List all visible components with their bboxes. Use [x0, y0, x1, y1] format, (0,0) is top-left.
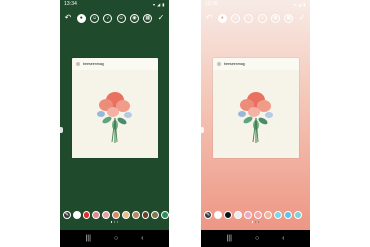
color-swatch[interactable]	[224, 211, 232, 219]
editor-toolbar: ↶ ● ☺ ♪ ☺ ◉ ▦ ✓	[204, 12, 307, 24]
color-swatch[interactable]	[112, 211, 120, 219]
page-dot	[254, 221, 257, 223]
status-icons: ▾ ◢ ▮	[152, 1, 165, 7]
post-image	[72, 70, 158, 158]
android-nav-bar: ||| ○ ‹	[201, 230, 310, 247]
page-dot	[257, 221, 260, 223]
color-swatch[interactable]	[274, 211, 282, 219]
sticker-icon: ☺	[90, 13, 100, 23]
undo-icon: ↶	[64, 13, 72, 22]
palette-page-indicator	[201, 221, 310, 224]
status-bar: 13:34 ▾ ◢ ▮	[60, 0, 169, 8]
color-dot-icon: ●	[217, 13, 227, 23]
undo-button[interactable]: ↶	[63, 13, 73, 23]
story-editor-screen: 13:36 ▾ ◢ ▮ ↶ ● ☺ ♪ ☺ ◉ ▦ ✓ beeseenmag ✎	[201, 0, 310, 230]
post-username: beeseenmag	[224, 62, 245, 66]
color-swatch[interactable]	[131, 211, 140, 219]
color-swatch[interactable]	[82, 211, 91, 219]
page-dot	[251, 221, 254, 223]
color-swatch[interactable]	[264, 211, 272, 219]
color-dot-icon: ●	[76, 13, 86, 23]
color-swatch[interactable]	[244, 211, 252, 219]
recent-apps-button[interactable]: |||	[226, 235, 231, 242]
post-image	[213, 70, 299, 158]
undo-icon: ↶	[205, 13, 213, 22]
post-header: beeseenmag	[76, 62, 104, 66]
phone-left: 13:34 ▾ ◢ ▮ ↶ ● ☺ ♪ ☺ ◉ ▦ ✓ beeseenmag ✎…	[60, 0, 169, 247]
color-swatch[interactable]	[72, 211, 81, 219]
undo-button[interactable]: ↶	[204, 13, 214, 23]
avatar	[217, 62, 221, 66]
color-swatch[interactable]	[294, 211, 302, 219]
face-effects-icon: ☺	[257, 13, 267, 23]
flower-bouquet-illustration	[213, 70, 299, 158]
sticker-icon: ☺	[231, 13, 241, 23]
effects-button[interactable]: ☺	[257, 13, 267, 23]
text-size-slider-handle[interactable]	[60, 127, 63, 133]
text-button[interactable]: ▦	[284, 13, 294, 23]
phone-right: 13:36 ▾ ◢ ▮ ↶ ● ☺ ♪ ☺ ◉ ▦ ✓ beeseenmag ✎…	[201, 0, 310, 247]
avatar	[76, 62, 80, 66]
page-dot	[113, 221, 116, 223]
story-editor-screen: 13:34 ▾ ◢ ▮ ↶ ● ☺ ♪ ☺ ◉ ▦ ✓ beeseenmag ✎	[60, 0, 169, 230]
shared-post-card[interactable]: beeseenmag	[213, 58, 299, 158]
color-swatch[interactable]	[102, 211, 111, 219]
sticker-button[interactable]: ☺	[231, 13, 241, 23]
color-swatch[interactable]	[214, 211, 222, 219]
page-dot	[116, 221, 119, 223]
draw-icon: ◉	[129, 13, 139, 23]
palette-page-indicator	[60, 221, 169, 224]
post-username: beeseenmag	[83, 62, 104, 66]
color-palette: ✎	[201, 210, 310, 220]
eyedropper-icon[interactable]: ✎	[63, 211, 71, 219]
shared-post-card[interactable]: beeseenmag	[72, 58, 158, 158]
music-icon: ♪	[244, 13, 254, 23]
text-style-icon: ▦	[143, 13, 153, 23]
draw-button[interactable]: ◉	[270, 13, 280, 23]
color-swatch[interactable]	[234, 211, 242, 219]
color-swatch[interactable]	[254, 211, 262, 219]
color-palette: ✎	[60, 210, 169, 220]
flower-bouquet-illustration	[72, 70, 158, 158]
check-icon: ✓	[157, 13, 165, 22]
color-picker-button[interactable]: ●	[217, 13, 227, 23]
status-time: 13:34	[64, 1, 78, 7]
editor-toolbar: ↶ ● ☺ ♪ ☺ ◉ ▦ ✓	[63, 12, 166, 24]
done-button[interactable]: ✓	[156, 13, 166, 23]
color-swatch[interactable]	[92, 211, 101, 219]
text-size-slider-handle[interactable]	[201, 127, 204, 133]
draw-button[interactable]: ◉	[129, 13, 139, 23]
eyedropper-icon[interactable]: ✎	[204, 211, 212, 219]
draw-icon: ◉	[270, 13, 280, 23]
composite-screenshot: 13:34 ▾ ◢ ▮ ↶ ● ☺ ♪ ☺ ◉ ▦ ✓ beeseenmag ✎…	[0, 0, 370, 247]
color-swatch[interactable]	[121, 211, 130, 219]
face-effects-icon: ☺	[116, 13, 126, 23]
recent-apps-button[interactable]: |||	[85, 235, 90, 242]
color-swatch[interactable]	[284, 211, 292, 219]
android-nav-bar: ||| ○ ‹	[60, 230, 169, 247]
music-button[interactable]: ♪	[244, 13, 254, 23]
status-bar: 13:36 ▾ ◢ ▮	[201, 0, 310, 8]
check-icon: ✓	[298, 13, 306, 22]
back-button[interactable]: ‹	[141, 235, 143, 242]
home-button[interactable]: ○	[255, 235, 259, 242]
text-button[interactable]: ▦	[143, 13, 153, 23]
text-style-icon: ▦	[284, 13, 294, 23]
done-button[interactable]: ✓	[297, 13, 307, 23]
effects-button[interactable]: ☺	[116, 13, 126, 23]
status-icons: ▾ ◢ ▮	[293, 1, 306, 7]
music-icon: ♪	[103, 13, 113, 23]
color-swatch[interactable]	[151, 211, 160, 219]
color-picker-button[interactable]: ●	[76, 13, 86, 23]
back-button[interactable]: ‹	[282, 235, 284, 242]
color-swatch[interactable]	[161, 211, 169, 219]
post-header: beeseenmag	[217, 62, 245, 66]
home-button[interactable]: ○	[114, 235, 118, 242]
status-time: 13:36	[205, 1, 219, 7]
color-swatch[interactable]	[141, 211, 150, 219]
music-button[interactable]: ♪	[103, 13, 113, 23]
sticker-button[interactable]: ☺	[90, 13, 100, 23]
page-dot	[110, 221, 113, 223]
